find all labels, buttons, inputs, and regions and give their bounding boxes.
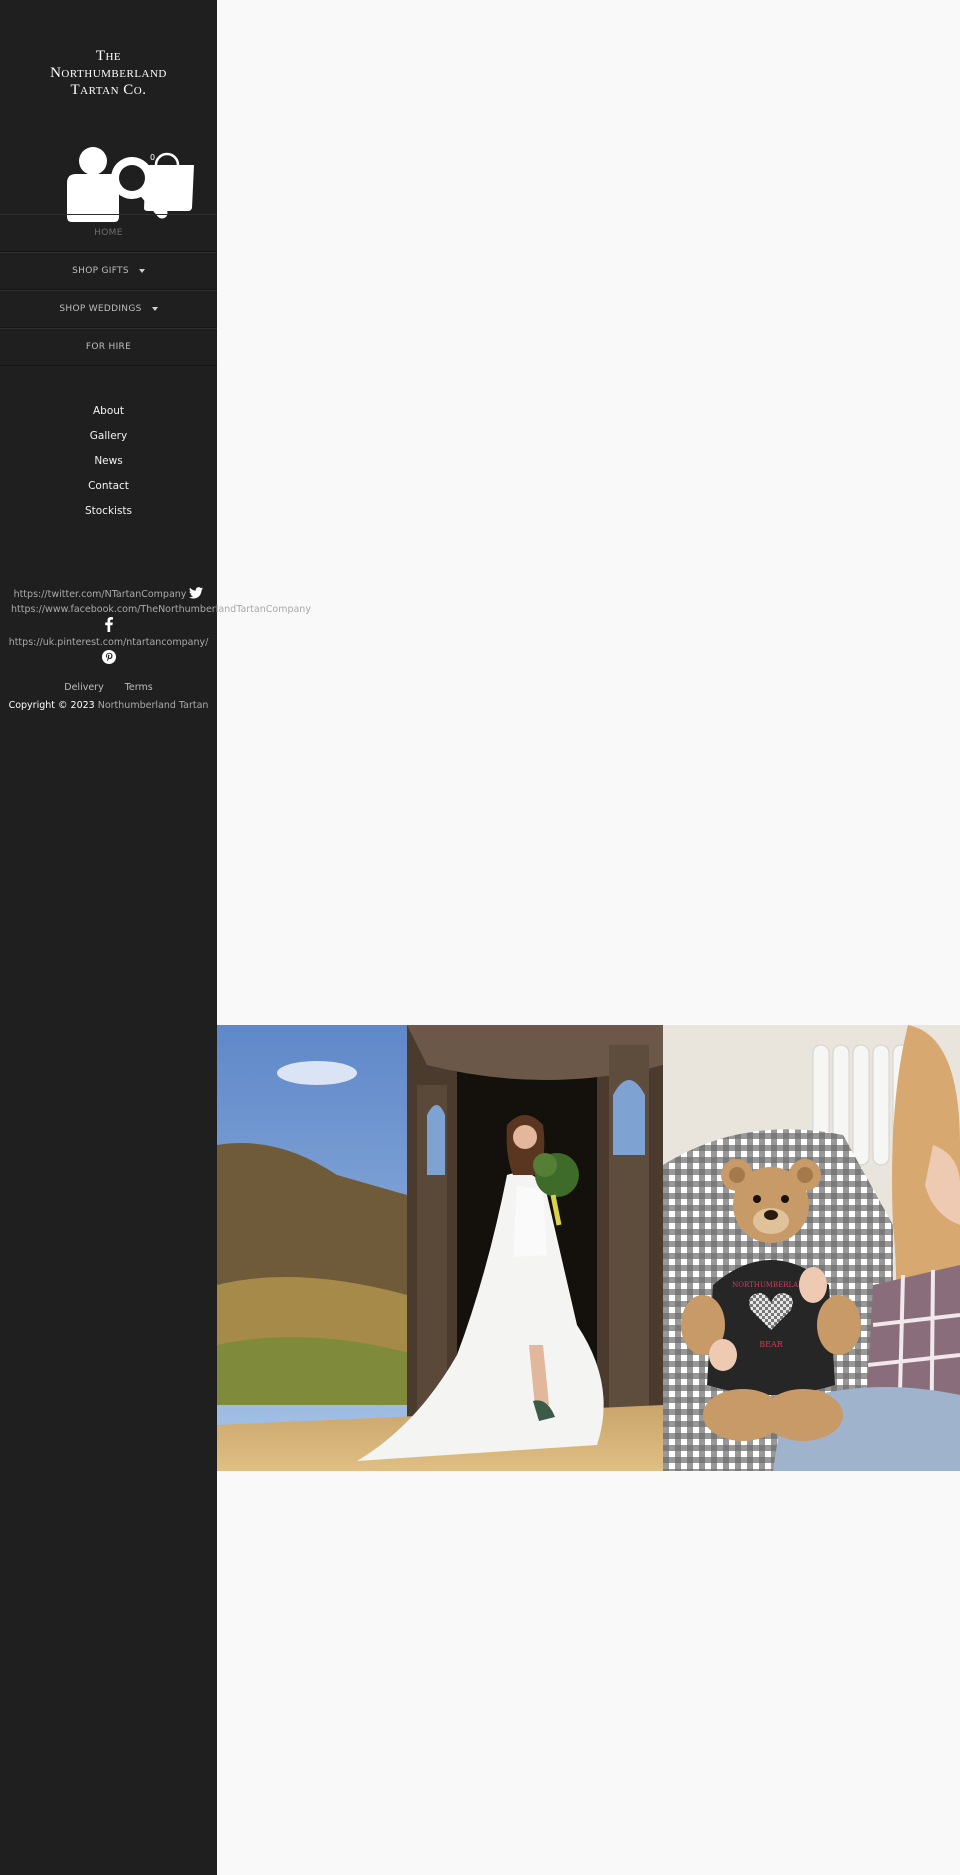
copyright-name-link[interactable]: Northumberland Tartan <box>98 700 209 711</box>
nav-shop-weddings-label: SHOP WEDDINGS <box>59 304 142 314</box>
nav-contact[interactable]: Contact <box>0 474 217 499</box>
twitter-icon[interactable] <box>189 586 204 602</box>
caret-down-icon <box>138 269 145 273</box>
terms-link[interactable]: Terms <box>125 682 153 693</box>
secondary-nav: About Gallery News Contact Stockists <box>0 399 217 524</box>
delivery-link[interactable]: Delivery <box>64 682 103 693</box>
cart-count: 0 <box>150 153 155 162</box>
nav-for-hire[interactable]: FOR HIRE <box>0 328 217 366</box>
nav-shop-gifts[interactable]: SHOP GIFTS <box>0 252 217 290</box>
bride-photo[interactable] <box>217 1025 663 1471</box>
sidebar: The Northumberland Tartan Co. 0 HOME SHO… <box>0 0 311 1875</box>
nav-for-hire-label: FOR HIRE <box>85 342 132 352</box>
logo-line-1: The <box>95 48 122 64</box>
nav-news[interactable]: News <box>0 449 217 474</box>
nav-stockists[interactable]: Stockists <box>0 499 217 524</box>
main-nav: HOME SHOP GIFTS SHOP WEDDINGS FOR HIRE <box>0 214 217 366</box>
nav-about[interactable]: About <box>0 399 217 424</box>
logo-line-2: Northumberland <box>50 65 167 81</box>
nav-shop-gifts-label: SHOP GIFTS <box>72 266 129 276</box>
nav-shop-weddings[interactable]: SHOP WEDDINGS <box>0 290 217 328</box>
facebook-link[interactable]: https://www.facebook.com/TheNorthumberla… <box>11 604 311 615</box>
nav-gallery[interactable]: Gallery <box>0 424 217 449</box>
bear-shirt-text-top: NORTHUMBERLAND <box>732 1281 810 1289</box>
nav-home[interactable]: HOME <box>0 214 217 252</box>
twitter-link[interactable]: https://twitter.com/NTartanCompany <box>14 589 187 600</box>
copyright: Copyright © 2023 Northumberland Tartan <box>0 700 217 711</box>
logo-line-3: Tartan Co. <box>70 82 147 98</box>
footer-links: Delivery Terms <box>0 682 217 693</box>
site-logo[interactable]: The Northumberland Tartan Co. <box>0 48 217 99</box>
bear-shirt-text-bottom: BEAR <box>759 1340 783 1349</box>
user-icon[interactable] <box>67 147 119 222</box>
social-links: https://twitter.com/NTartanCompany https… <box>0 586 311 667</box>
nav-home-label: HOME <box>94 228 123 238</box>
hero-gallery: NORTHUMBERLAND BEAR <box>217 1025 960 1471</box>
pinterest-icon[interactable] <box>101 650 116 667</box>
teddy-bear-photo[interactable]: NORTHUMBERLAND BEAR <box>663 1025 960 1471</box>
caret-down-icon <box>151 307 158 311</box>
copyright-prefix: Copyright © 2023 <box>8 700 95 711</box>
pinterest-link[interactable]: https://uk.pinterest.com/ntartancompany/ <box>9 637 209 648</box>
facebook-icon[interactable] <box>104 617 113 635</box>
